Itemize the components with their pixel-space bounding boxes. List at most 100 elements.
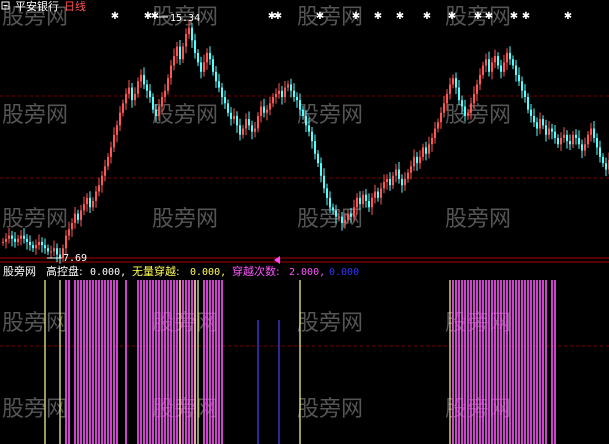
cursor-arrow-icon[interactable] (274, 256, 280, 264)
candle-body (50, 251, 52, 253)
signal-marker-icon: ✱ (374, 11, 382, 22)
candle-body (569, 141, 571, 145)
candle-body (149, 90, 151, 98)
candle-body (65, 235, 67, 249)
low-price-label: 7.69 (63, 253, 87, 264)
candle-body (596, 137, 598, 148)
indicator-name[interactable]: 股旁网 (3, 264, 36, 278)
candle-body (383, 182, 385, 189)
candle-body (380, 188, 382, 198)
candle-body (425, 147, 427, 154)
extra-value: 0.000 (329, 267, 359, 278)
period-label[interactable]: 日线 (64, 0, 86, 13)
candle-body (248, 119, 250, 126)
candle-body (314, 141, 316, 154)
candle-body (371, 197, 373, 208)
candle-body (140, 74, 142, 82)
candle-body (290, 84, 292, 91)
candle-body (32, 245, 34, 249)
candle-body (86, 197, 88, 205)
stock-chart-canvas[interactable]: 股旁网 股旁网 股旁网 股旁网股旁网 股旁网 股旁网 股旁网股旁网 股旁网 股旁网 股旁网股旁网股… (0, 0, 609, 444)
candle-body (212, 59, 214, 72)
candle-body (479, 74, 481, 85)
candle-body (503, 62, 505, 72)
watermark-text: 股旁网 (297, 397, 363, 422)
candle-body (401, 178, 403, 186)
candle-body (497, 56, 499, 66)
candle-body (428, 144, 430, 154)
candle-body (155, 109, 157, 116)
candle-body (260, 106, 262, 116)
candle-body (173, 56, 175, 66)
candle-body (362, 194, 364, 205)
candle-body (74, 213, 76, 224)
candle-body (209, 52, 211, 60)
watermark-text: 股旁网 (297, 311, 363, 336)
candle-body (131, 87, 133, 101)
candle-body (146, 84, 148, 91)
candle-body (452, 78, 454, 85)
candle-body (125, 93, 127, 104)
candle-body (485, 59, 487, 66)
candle-body (392, 175, 394, 186)
candle-body (332, 207, 334, 211)
candle-body (449, 84, 451, 94)
watermark-text: 股旁网 (2, 397, 68, 422)
candle-body (137, 81, 139, 94)
chart-title[interactable]: 平安银行 日线 (1, 0, 86, 13)
candle-body (302, 109, 304, 116)
candle-body (53, 248, 55, 252)
candle-body (218, 81, 220, 88)
candle-body (14, 238, 16, 242)
candle-body (530, 109, 532, 116)
signal-marker-icon: ✱ (111, 11, 119, 22)
candle-body (557, 137, 559, 145)
candle-body (188, 27, 190, 35)
candle-body (317, 153, 319, 164)
candle-body (533, 115, 535, 123)
candle-body (107, 156, 109, 167)
candle-body (512, 59, 514, 66)
candle-body (167, 78, 169, 91)
candle-body (20, 235, 22, 239)
candle-body (326, 188, 328, 198)
candle-body (299, 100, 301, 110)
candle-body (572, 134, 574, 145)
candle-body (224, 97, 226, 104)
candle-body (59, 254, 61, 258)
candle-body (551, 128, 553, 132)
candle-body (395, 169, 397, 176)
signal-marker-icon: ✱ (274, 11, 282, 22)
wuliang-label: 无量穿越: (132, 264, 180, 278)
candle-body (272, 97, 274, 104)
candle-body (305, 115, 307, 126)
candle-body (47, 248, 49, 252)
candle-body (92, 200, 94, 208)
watermark-text: 股旁网 (152, 207, 218, 232)
candle-body (365, 194, 367, 201)
candle-body (116, 125, 118, 135)
candle-body (377, 191, 379, 198)
candle-body (119, 112, 121, 126)
candle-body (104, 166, 106, 176)
watermark-text: 股旁网 (2, 103, 68, 128)
candle-body (44, 245, 46, 249)
candle-body (554, 131, 556, 138)
candle-body (473, 93, 475, 104)
candle-body (413, 156, 415, 167)
candle-body (38, 241, 40, 246)
candle-body (320, 163, 322, 176)
candle-body (158, 106, 160, 116)
candle-body (347, 213, 349, 220)
candle-body (458, 87, 460, 101)
candle-body (17, 238, 19, 242)
candle-body (368, 200, 370, 208)
candle-body (215, 71, 217, 82)
candle-body (599, 147, 601, 157)
chuanyue-label: 穿越次数: (232, 264, 280, 278)
candle-body (95, 191, 97, 201)
candle-body (71, 223, 73, 230)
watermark-text: 股旁网 (445, 103, 511, 128)
candle-body (407, 172, 409, 179)
signal-marker-icon: ✱ (564, 11, 572, 22)
